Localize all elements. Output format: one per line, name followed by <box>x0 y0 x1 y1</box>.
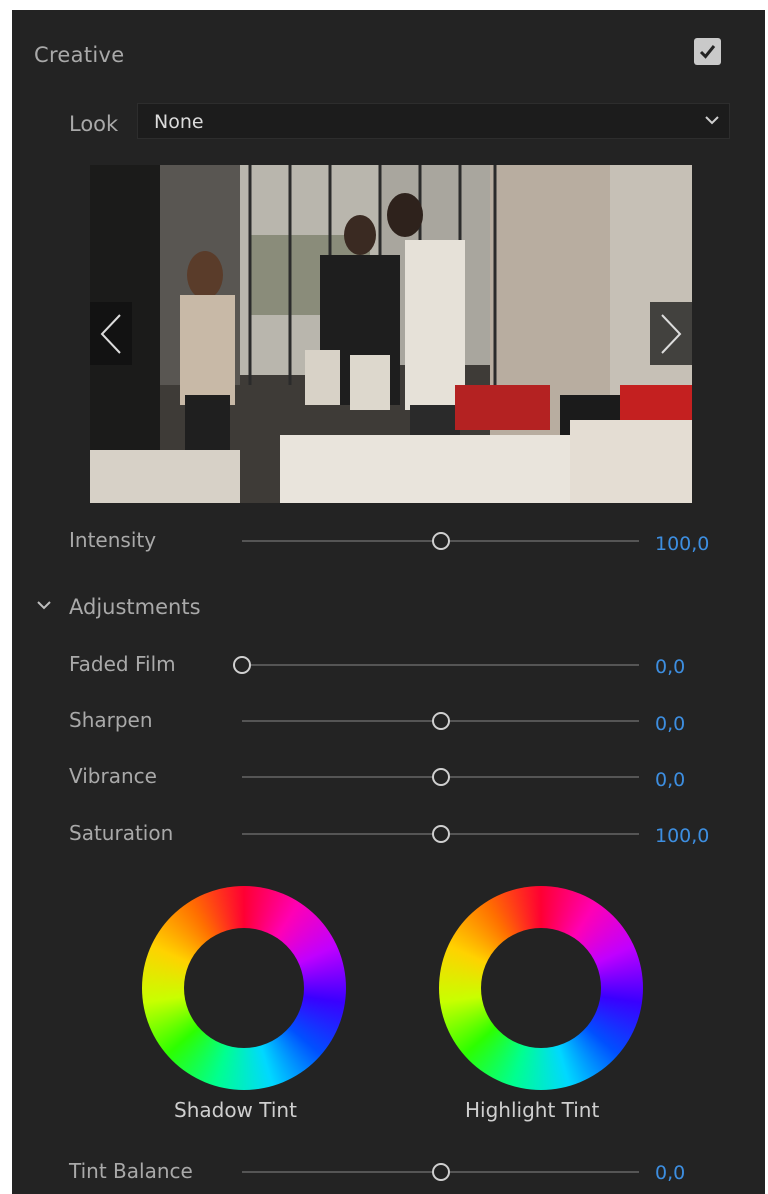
slider-track <box>242 664 639 666</box>
slider-thumb[interactable] <box>431 1163 450 1181</box>
tint-balance-label: Tint Balance <box>69 1159 193 1183</box>
wheel-center[interactable] <box>184 928 304 1048</box>
intensity-slider[interactable] <box>242 531 639 551</box>
next-look-button[interactable] <box>650 302 692 365</box>
checkmark-icon <box>699 45 716 59</box>
tint-balance-slider[interactable] <box>242 1162 639 1182</box>
chevron-right-icon <box>661 314 682 354</box>
faded-film-value[interactable]: 0,0 <box>655 656 685 678</box>
saturation-value[interactable]: 100,0 <box>655 825 709 847</box>
tint-balance-value[interactable]: 0,0 <box>655 1162 685 1184</box>
intensity-label: Intensity <box>69 528 157 552</box>
look-preview-image <box>90 165 692 503</box>
sharpen-value[interactable]: 0,0 <box>655 713 685 735</box>
saturation-slider[interactable] <box>242 824 639 844</box>
creative-panel: Creative Look None Intensity 100,0 Adjus… <box>12 10 765 1194</box>
highlight-tint-label: Highlight Tint <box>465 1098 600 1122</box>
slider-thumb[interactable] <box>431 532 450 550</box>
look-dropdown[interactable]: None <box>137 103 730 139</box>
sharpen-slider[interactable] <box>242 711 639 731</box>
wheel-center[interactable] <box>481 928 601 1048</box>
look-label: Look <box>69 112 119 136</box>
vibrance-value[interactable]: 0,0 <box>655 769 685 791</box>
vibrance-label: Vibrance <box>69 764 157 788</box>
chevron-down-icon <box>705 116 719 125</box>
preview-photo <box>90 165 692 503</box>
faded-film-label: Faded Film <box>69 652 176 676</box>
slider-thumb[interactable] <box>233 656 251 674</box>
intensity-value[interactable]: 100,0 <box>655 533 709 555</box>
section-title: Creative <box>34 43 125 67</box>
saturation-label: Saturation <box>69 821 174 845</box>
sharpen-label: Sharpen <box>69 708 153 732</box>
slider-thumb[interactable] <box>431 825 450 843</box>
enable-checkbox[interactable] <box>694 38 721 65</box>
vibrance-slider[interactable] <box>242 767 639 787</box>
faded-film-slider[interactable] <box>233 655 639 675</box>
look-selected-value: None <box>154 111 204 133</box>
previous-look-button[interactable] <box>90 302 132 365</box>
adjustments-section-label[interactable]: Adjustments <box>69 595 201 619</box>
shadow-tint-label: Shadow Tint <box>174 1098 297 1122</box>
shadow-tint-wheel[interactable] <box>142 886 346 1090</box>
highlight-tint-wheel[interactable] <box>439 886 643 1090</box>
slider-thumb[interactable] <box>431 712 450 730</box>
slider-thumb[interactable] <box>431 768 450 786</box>
chevron-down-icon[interactable] <box>36 598 52 612</box>
chevron-left-icon <box>100 314 121 354</box>
